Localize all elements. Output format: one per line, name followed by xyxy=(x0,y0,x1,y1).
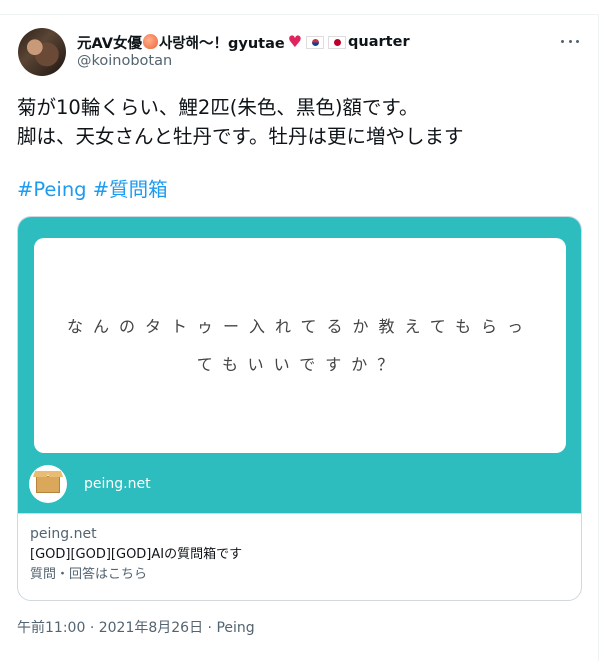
tweet-metadata: 午前11:00 · 2021年8月26日 · Peing xyxy=(17,617,255,637)
question-box: なんのタトゥー入れてるか教えてもらってもいいですか？ xyxy=(34,238,566,453)
separator: · xyxy=(89,620,95,636)
tweet-timestamp[interactable]: 午前11:00 · 2021年8月26日 xyxy=(17,620,203,636)
link-preview-card[interactable]: なんのタトゥー入れてるか教えてもらってもいいですか？ peing.net pei… xyxy=(17,216,582,601)
hashtag-question-box[interactable]: #質問箱 xyxy=(93,178,168,201)
author-name-row[interactable]: 元AV女優 사랑해〜！gyutae ♥ quarter xyxy=(77,31,410,53)
card-image[interactable]: なんのタトゥー入れてるか教えてもらってもいいですか？ peing.net xyxy=(18,217,581,513)
tweet-time: 午前11:00 xyxy=(17,620,86,636)
separator: · xyxy=(207,620,212,636)
tweet-text: 菊が10輪くらい、鯉2匹(朱色、黒色)額です。 脚は、天女さんと牡丹です。牡丹は… xyxy=(17,93,464,151)
author-display-name-part2[interactable]: 사랑해〜！gyutae xyxy=(159,32,285,53)
question-text: なんのタトゥー入れてるか教えてもらってもいいですか？ xyxy=(67,316,533,374)
card-title: [GOD][GOD][GOD]AIの質問箱です xyxy=(30,547,243,562)
card-domain: peing.net xyxy=(30,526,97,542)
south-korea-flag-icon xyxy=(306,35,325,49)
cardboard-box-logo xyxy=(29,465,67,503)
japan-flag-icon xyxy=(328,35,347,49)
card-info[interactable]: peing.net [GOD][GOD][GOD]AIの質問箱です 質問・回答は… xyxy=(18,513,581,600)
tweet-text-line-1: 菊が10輪くらい、鯉2匹(朱色、黒色)額です。 xyxy=(17,96,419,119)
red-heart-emoji-icon: ♥ xyxy=(287,32,303,51)
peach-emoji-icon xyxy=(142,33,158,49)
tweet-text-line-2: 脚は、天女さんと牡丹です。牡丹は更に増やします xyxy=(17,125,464,148)
card-image-domain: peing.net xyxy=(84,476,151,492)
tweet-source[interactable]: Peing xyxy=(216,620,254,636)
tweet-date: 2021年8月26日 xyxy=(98,620,204,636)
author-display-name-part3[interactable]: quarter xyxy=(348,34,410,50)
card-description: 質問・回答はこちら xyxy=(30,567,148,582)
more-horizontal-icon[interactable] xyxy=(561,34,579,48)
hashtag-peing[interactable]: #Peing xyxy=(17,178,87,201)
author-handle[interactable]: @koinobotan xyxy=(77,53,172,69)
author-avatar[interactable] xyxy=(18,28,66,76)
hashtags: #Peing #質問箱 xyxy=(17,175,168,204)
author-display-name-part1[interactable]: 元AV女優 xyxy=(77,32,142,53)
